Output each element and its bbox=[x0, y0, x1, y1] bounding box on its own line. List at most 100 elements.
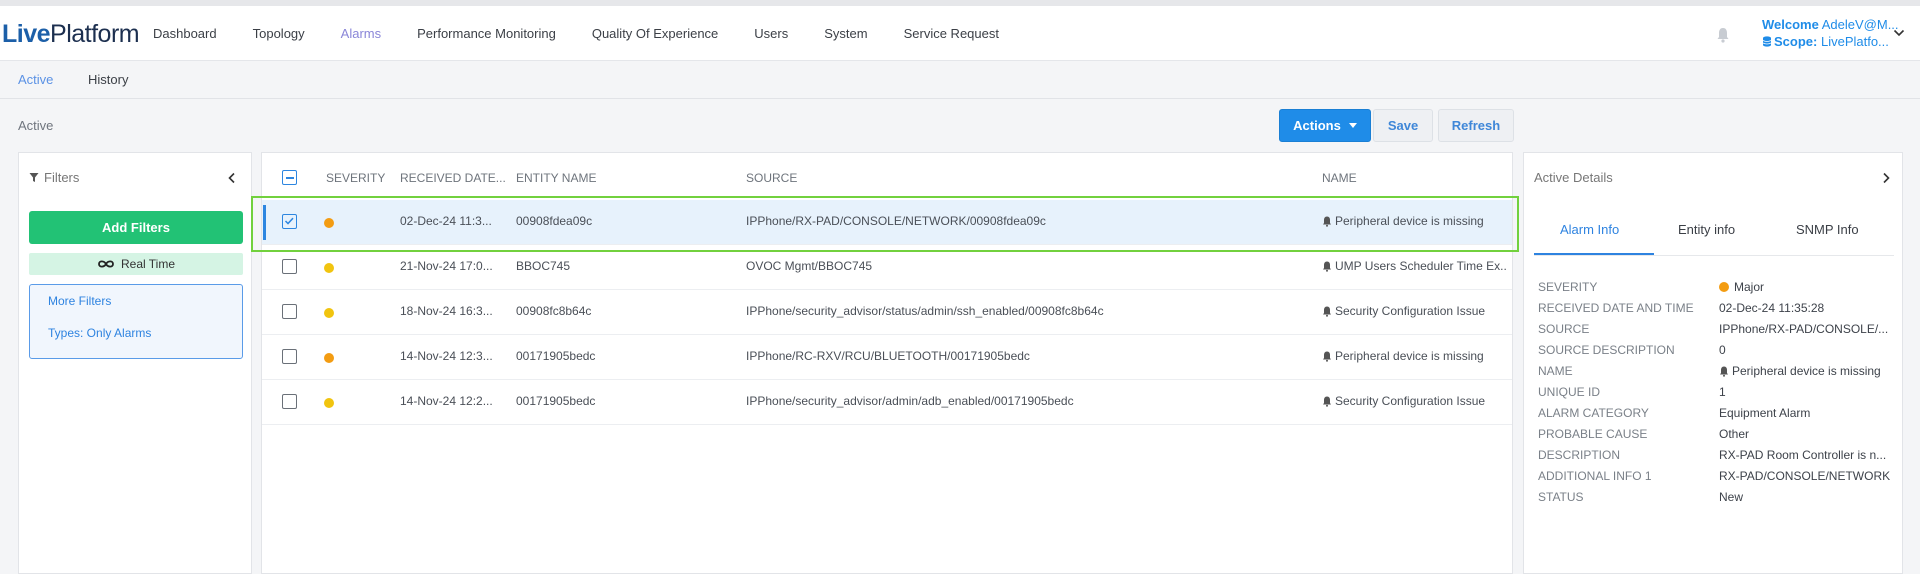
detail-key-status: STATUS bbox=[1538, 490, 1584, 504]
detail-key-probable-cause: PROBABLE CAUSE bbox=[1538, 427, 1648, 441]
table-row[interactable]: 18-Nov-24 16:3... 00908fc8b64c IPPhone/s… bbox=[262, 290, 1512, 335]
database-icon bbox=[1762, 36, 1772, 47]
detail-key-additional-info-1: ADDITIONAL INFO 1 bbox=[1538, 469, 1652, 483]
cell-entity-name: 00171905bedc bbox=[516, 394, 596, 408]
bell-icon bbox=[1323, 261, 1331, 272]
filters-panel: Filters Add Filters Real Time More Filte… bbox=[18, 152, 252, 574]
row-checkbox[interactable] bbox=[282, 214, 297, 229]
select-all-checkbox[interactable] bbox=[282, 170, 297, 185]
detail-value-source: IPPhone/RX-PAD/CONSOLE/... bbox=[1719, 322, 1889, 336]
detail-value-unique-id: 1 bbox=[1719, 385, 1726, 399]
types-filter-chip[interactable]: Types: Only Alarms bbox=[48, 326, 151, 340]
severity-major-dot bbox=[324, 353, 334, 363]
name-value-text: Peripheral device is missing bbox=[1732, 364, 1881, 378]
real-time-label: Real Time bbox=[120, 257, 176, 271]
nav-users[interactable]: Users bbox=[754, 26, 788, 41]
alarm-name-text: Peripheral device is missing bbox=[1335, 349, 1484, 363]
table-row[interactable]: 14-Nov-24 12:2... 00171905bedc IPPhone/s… bbox=[262, 380, 1512, 425]
logo-part-platform: Platform bbox=[50, 19, 140, 48]
nav-system[interactable]: System bbox=[824, 26, 867, 41]
alarms-table: SEVERITY RECEIVED DATE... ENTITY NAME SO… bbox=[261, 152, 1513, 574]
welcome-label: Welcome bbox=[1762, 17, 1819, 32]
main-nav: Dashboard Topology Alarms Performance Mo… bbox=[153, 6, 1035, 61]
refresh-button[interactable]: Refresh bbox=[1438, 109, 1514, 142]
notifications-bell-icon[interactable] bbox=[1716, 27, 1730, 43]
filters-header: Filters bbox=[29, 170, 79, 185]
tab-entity-info[interactable]: Entity info bbox=[1678, 222, 1735, 237]
nav-topology[interactable]: Topology bbox=[253, 26, 305, 41]
cell-source: IPPhone/security_advisor/admin/adb_enabl… bbox=[746, 394, 1074, 408]
column-header-entity-name[interactable]: ENTITY NAME bbox=[516, 171, 596, 185]
detail-value-probable-cause: Other bbox=[1719, 427, 1750, 441]
row-checkbox[interactable] bbox=[282, 259, 297, 274]
user-info[interactable]: Welcome AdeleV@M... Scope: LivePlatfo... bbox=[1762, 16, 1899, 50]
actions-dropdown-button[interactable]: Actions bbox=[1279, 109, 1371, 142]
severity-minor-dot bbox=[324, 308, 334, 318]
top-navbar: Live Platform Dashboard Topology Alarms P… bbox=[0, 6, 1920, 61]
actions-label: Actions bbox=[1293, 118, 1341, 133]
more-filters-link[interactable]: More Filters bbox=[48, 294, 111, 308]
subtab-history[interactable]: History bbox=[88, 72, 128, 87]
caret-down-icon bbox=[1348, 123, 1357, 128]
table-row[interactable]: 21-Nov-24 17:0... BBOC745 OVOC Mgmt/BBOC… bbox=[262, 245, 1512, 290]
cell-entity-name: 00171905bedc bbox=[516, 349, 596, 363]
detail-value-status: New bbox=[1719, 490, 1744, 504]
cell-received-date: 14-Nov-24 12:3... bbox=[400, 349, 493, 363]
cell-source: IPPhone/RC-RXV/RCU/BLUETOOTH/00171905bed… bbox=[746, 349, 1030, 363]
nav-alarms[interactable]: Alarms bbox=[341, 26, 381, 41]
details-title: Active Details bbox=[1534, 170, 1613, 185]
detail-key-source-description: SOURCE DESCRIPTION bbox=[1538, 343, 1675, 357]
nav-quality-of-experience[interactable]: Quality Of Experience bbox=[592, 26, 718, 41]
save-button[interactable]: Save bbox=[1373, 109, 1433, 142]
bell-icon bbox=[1323, 351, 1331, 362]
nav-dashboard[interactable]: Dashboard bbox=[153, 26, 217, 41]
detail-key-severity: SEVERITY bbox=[1538, 280, 1598, 294]
cell-alarm-name: Peripheral device is missing bbox=[1322, 349, 1507, 363]
checkmark-icon bbox=[284, 217, 294, 225]
column-header-source[interactable]: SOURCE bbox=[746, 171, 797, 185]
nav-performance-monitoring[interactable]: Performance Monitoring bbox=[417, 26, 556, 41]
detail-value-severity: Major bbox=[1719, 280, 1897, 294]
user-menu-chevron-down-icon[interactable] bbox=[1893, 28, 1905, 38]
column-header-name[interactable]: NAME bbox=[1322, 171, 1357, 185]
real-time-toggle[interactable]: Real Time bbox=[29, 253, 243, 275]
bell-icon bbox=[1720, 366, 1728, 377]
column-header-severity[interactable]: SEVERITY bbox=[326, 171, 385, 185]
row-checkbox[interactable] bbox=[282, 304, 297, 319]
indeterminate-dash-icon bbox=[285, 176, 294, 179]
cell-source: OVOC Mgmt/BBOC745 bbox=[746, 259, 873, 273]
cell-entity-name: BBOC745 bbox=[516, 259, 571, 273]
table-row[interactable]: 02-Dec-24 11:3... 00908fdea09c IPPhone/R… bbox=[262, 200, 1512, 245]
table-row[interactable]: 14-Nov-24 12:3... 00171905bedc IPPhone/R… bbox=[262, 335, 1512, 380]
collapse-filters-chevron-left-icon[interactable] bbox=[227, 172, 237, 184]
detail-value-alarm-category: Equipment Alarm bbox=[1719, 406, 1811, 420]
nav-service-request[interactable]: Service Request bbox=[904, 26, 999, 41]
row-checkbox[interactable] bbox=[282, 394, 297, 409]
cell-alarm-name: UMP Users Scheduler Time Ex... bbox=[1322, 259, 1507, 273]
subtab-active[interactable]: Active bbox=[18, 72, 53, 87]
row-checkbox[interactable] bbox=[282, 349, 297, 364]
cell-alarm-name: Peripheral device is missing bbox=[1322, 214, 1507, 228]
detail-key-received-date: RECEIVED DATE AND TIME bbox=[1538, 301, 1694, 315]
tabs-divider bbox=[1534, 255, 1894, 256]
detail-value-received-date: 02-Dec-24 11:35:28 bbox=[1719, 301, 1825, 315]
welcome-user: AdeleV@M... bbox=[1821, 17, 1899, 32]
detail-value-additional-info-1: RX-PAD/CONSOLE/NETWORK bbox=[1719, 469, 1891, 483]
tab-snmp-info[interactable]: SNMP Info bbox=[1796, 222, 1859, 237]
logo-part-live: Live bbox=[2, 19, 51, 48]
active-filters-box: More Filters Types: Only Alarms bbox=[29, 284, 243, 359]
cell-source: IPPhone/RX-PAD/CONSOLE/NETWORK/00908fdea… bbox=[746, 214, 1046, 228]
add-filters-button[interactable]: Add Filters bbox=[29, 211, 243, 244]
scope-label: Scope: bbox=[1774, 34, 1818, 49]
collapse-details-chevron-right-icon[interactable] bbox=[1881, 172, 1891, 184]
scope-value: LivePlatfo... bbox=[1820, 34, 1889, 49]
bell-icon bbox=[1323, 396, 1331, 407]
detail-value-source-description: 0 bbox=[1719, 343, 1726, 357]
tab-alarm-info[interactable]: Alarm Info bbox=[1560, 222, 1619, 237]
live-platform-logo[interactable]: Live Platform bbox=[2, 19, 140, 48]
filters-title: Filters bbox=[44, 170, 80, 185]
column-header-received-date[interactable]: RECEIVED DATE... bbox=[400, 171, 506, 185]
cell-entity-name: 00908fc8b64c bbox=[516, 304, 592, 318]
severity-minor-dot bbox=[324, 263, 334, 273]
detail-key-description: DESCRIPTION bbox=[1538, 448, 1621, 462]
